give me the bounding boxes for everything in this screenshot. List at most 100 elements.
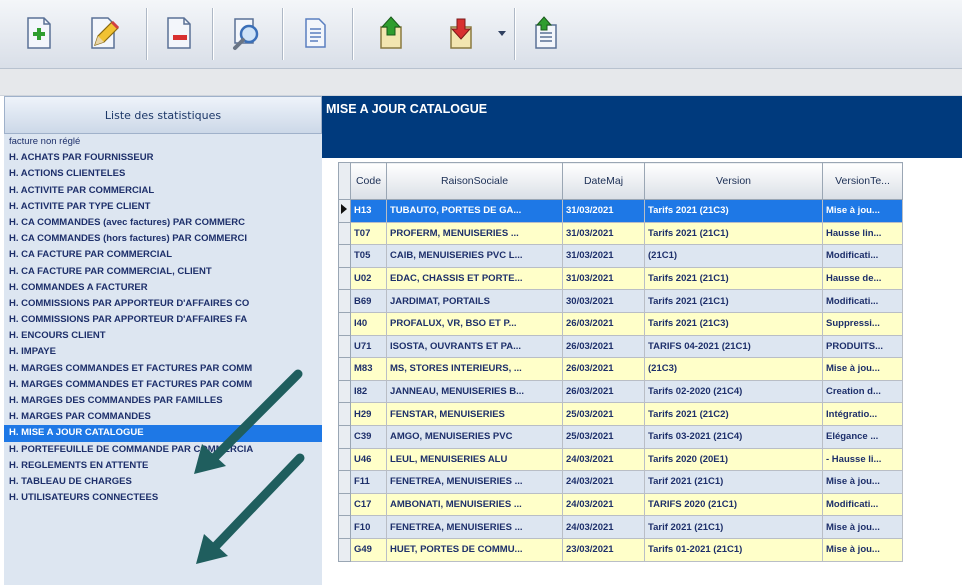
row-indicator[interactable] (338, 447, 351, 472)
table-cell[interactable]: Mise à jou... (822, 537, 903, 562)
row-indicator[interactable] (338, 244, 351, 268)
table-cell[interactable]: Tarifs 2021 (21C1) (644, 289, 823, 313)
table-cell[interactable]: 30/03/2021 (562, 289, 645, 313)
upload-green-arrow-icon[interactable] (370, 12, 412, 54)
table-cell[interactable]: AMGO, MENUISERIES PVC (386, 424, 563, 449)
row-indicator[interactable] (338, 492, 351, 517)
table-cell[interactable]: H13 (350, 199, 387, 223)
table-cell[interactable]: TARIFS 2020 (21C1) (644, 492, 823, 517)
table-cell[interactable]: M83 (350, 357, 387, 381)
row-indicator[interactable] (338, 334, 351, 359)
table-cell[interactable]: PRODUITS... (822, 334, 903, 359)
table-cell[interactable]: Tarifs 2021 (21C3) (644, 311, 823, 336)
table-cell[interactable]: Tarifs 2021 (21C2) (644, 402, 823, 426)
table-cell[interactable]: - Hausse li... (822, 447, 903, 472)
table-cell[interactable]: (21C3) (644, 357, 823, 381)
statistics-list-item[interactable]: H. CA COMMANDES (avec factures) PAR COMM… (4, 215, 322, 231)
table-cell[interactable]: Modificati... (822, 289, 903, 313)
table-cell[interactable]: PROFERM, MENUISERIES ... (386, 221, 563, 246)
table-cell[interactable]: Tarif 2021 (21C1) (644, 515, 823, 539)
statistics-list-item[interactable]: H. CA FACTURE PAR COMMERCIAL (4, 247, 322, 263)
table-row[interactable]: I40 PROFALUX, VR, BSO ET P... 26/03/2021 Ta… (338, 311, 903, 336)
table-cell[interactable]: C39 (350, 424, 387, 449)
table-cell[interactable]: F11 (350, 470, 387, 494)
row-indicator[interactable] (338, 402, 351, 426)
table-cell[interactable]: LEUL, MENUISERIES ALU (386, 447, 563, 472)
table-cell[interactable]: Mise à jou... (822, 199, 903, 223)
download-red-arrow-icon[interactable] (440, 12, 482, 54)
table-cell[interactable]: U71 (350, 334, 387, 359)
table-cell[interactable]: Elégance ... (822, 424, 903, 449)
table-cell[interactable]: Modificati... (822, 244, 903, 268)
table-cell[interactable]: Suppressi... (822, 311, 903, 336)
document-page-icon[interactable] (294, 12, 336, 54)
table-cell[interactable]: CAIB, MENUISERIES PVC L... (386, 244, 563, 268)
table-cell[interactable]: Tarif 2021 (21C1) (644, 470, 823, 494)
column-header[interactable]: DateMaj (562, 162, 645, 200)
table-cell[interactable]: MS, STORES INTERIEURS, ... (386, 357, 563, 381)
row-indicator[interactable] (338, 379, 351, 404)
table-cell[interactable]: HUET, PORTES DE COMMU... (386, 537, 563, 562)
table-cell[interactable]: 25/03/2021 (562, 424, 645, 449)
row-indicator[interactable] (338, 537, 351, 562)
table-cell[interactable]: Tarifs 2021 (21C1) (644, 221, 823, 246)
table-cell[interactable]: Modificati... (822, 492, 903, 517)
table-cell[interactable]: 24/03/2021 (562, 492, 645, 517)
table-cell[interactable]: 26/03/2021 (562, 311, 645, 336)
table-cell[interactable]: T05 (350, 244, 387, 268)
statistics-list-item[interactable]: H. ENCOURS CLIENT (4, 328, 322, 344)
delete-document-icon[interactable] (158, 12, 200, 54)
chevron-down-icon[interactable] (494, 12, 510, 54)
table-cell[interactable]: FENETREA, MENUISERIES ... (386, 470, 563, 494)
table-cell[interactable]: 23/03/2021 (562, 537, 645, 562)
table-cell[interactable]: FENETREA, MENUISERIES ... (386, 515, 563, 539)
table-row[interactable]: B69 JARDIMAT, PORTAILS 30/03/2021 Tarifs 20… (338, 289, 903, 313)
statistics-list-item[interactable]: H. ACTIVITE PAR TYPE CLIENT (4, 199, 322, 215)
table-cell[interactable]: Mise à jou... (822, 357, 903, 381)
row-indicator[interactable] (338, 424, 351, 449)
row-indicator[interactable] (338, 470, 351, 494)
statistics-list-item[interactable]: H. CA FACTURE PAR COMMERCIAL, CLIENT (4, 264, 322, 280)
statistics-list-item[interactable]: H. ACTIVITE PAR COMMERCIAL (4, 183, 322, 199)
row-indicator[interactable] (338, 357, 351, 381)
table-cell[interactable]: Tarifs 02-2020 (21C4) (644, 379, 823, 404)
table-cell[interactable]: Intégratio... (822, 402, 903, 426)
table-cell[interactable]: Mise à jou... (822, 470, 903, 494)
table-cell[interactable]: 24/03/2021 (562, 470, 645, 494)
edit-pencil-icon[interactable] (82, 12, 124, 54)
table-row[interactable]: C17 AMBONATI, MENUISERIES ... 24/03/2021 TA… (338, 492, 903, 517)
table-cell[interactable]: C17 (350, 492, 387, 517)
statistics-list-item[interactable]: H. COMMANDES A FACTURER (4, 280, 322, 296)
statistics-list-item[interactable]: facture non réglé (4, 134, 322, 150)
table-cell[interactable]: Tarifs 2021 (21C1) (644, 266, 823, 291)
table-cell[interactable]: Tarifs 2020 (20E1) (644, 447, 823, 472)
table-cell[interactable]: Hausse lin... (822, 221, 903, 246)
table-cell[interactable]: Tarifs 01-2021 (21C1) (644, 537, 823, 562)
table-cell[interactable]: 31/03/2021 (562, 266, 645, 291)
statistics-list-item[interactable]: H. CA COMMANDES (hors factures) PAR COMM… (4, 231, 322, 247)
table-cell[interactable]: Creation d... (822, 379, 903, 404)
table-cell[interactable]: 31/03/2021 (562, 199, 645, 223)
table-cell[interactable]: I82 (350, 379, 387, 404)
column-header[interactable]: Version (644, 162, 823, 200)
table-cell[interactable]: TUBAUTO, PORTES DE GA... (386, 199, 563, 223)
table-row[interactable]: U71 ISOSTA, OUVRANTS ET PA... 26/03/2021 TA… (338, 334, 903, 359)
table-cell[interactable]: 25/03/2021 (562, 402, 645, 426)
statistics-list-item[interactable]: H. ACHATS PAR FOURNISSEUR (4, 150, 322, 166)
document-up-arrow-icon[interactable] (524, 12, 566, 54)
table-cell[interactable]: PROFALUX, VR, BSO ET P... (386, 311, 563, 336)
table-cell[interactable]: JANNEAU, MENUISERIES B... (386, 379, 563, 404)
row-indicator[interactable] (338, 266, 351, 291)
table-cell[interactable]: EDAC, CHASSIS ET PORTE... (386, 266, 563, 291)
table-cell[interactable]: H29 (350, 402, 387, 426)
table-row[interactable]: H13 TUBAUTO, PORTES DE GA... 31/03/2021 Tar… (338, 199, 903, 223)
table-cell[interactable]: Tarifs 03-2021 (21C4) (644, 424, 823, 449)
table-row[interactable]: T05 CAIB, MENUISERIES PVC L... 31/03/2021(… (338, 244, 903, 268)
table-row[interactable]: T07 PROFERM, MENUISERIES ... 31/03/2021 Tar… (338, 221, 903, 246)
table-cell[interactable]: AMBONATI, MENUISERIES ... (386, 492, 563, 517)
column-header[interactable]: RaisonSociale (386, 162, 563, 200)
table-cell[interactable]: ISOSTA, OUVRANTS ET PA... (386, 334, 563, 359)
table-row[interactable]: U02 EDAC, CHASSIS ET PORTE... 31/03/2021 Ta… (338, 266, 903, 291)
table-cell[interactable]: Hausse de... (822, 266, 903, 291)
table-cell[interactable]: T07 (350, 221, 387, 246)
